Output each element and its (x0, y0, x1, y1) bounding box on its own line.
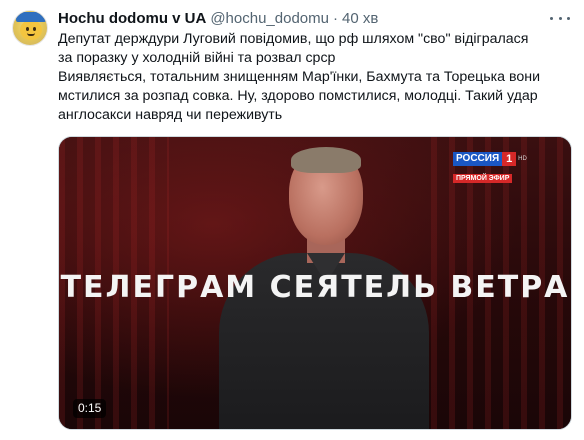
video-overlay-text: ТЕЛЕГРАМ СЕЯТЕЛЬ ВЕТРА (60, 270, 570, 305)
tweet-header: Hochu dodomu v UA @hochu_dodomu · 40 хв (58, 9, 378, 29)
live-badge: ПРЯМОЙ ЭФИР (453, 174, 513, 183)
tweet: Hochu dodomu v UA @hochu_dodomu · 40 хв … (0, 0, 584, 440)
author-handle[interactable]: @hochu_dodomu (210, 9, 329, 29)
avatar-face (20, 20, 42, 40)
separator-dot: · (332, 10, 338, 27)
channel-logo-hd: HD (518, 156, 527, 162)
channel-logo-number: 1 (502, 152, 517, 166)
timestamp[interactable]: 40 хв (342, 9, 378, 29)
author-name[interactable]: Hochu dodomu v UA (58, 9, 206, 29)
channel-logo-word: РОССИЯ (453, 152, 503, 166)
avatar-hat (16, 12, 46, 22)
more-icon[interactable] (550, 10, 570, 26)
avatar-mouth (27, 33, 35, 36)
more-dot (550, 16, 553, 20)
video-player[interactable]: РОССИЯ 1 HD ПРЯМОЙ ЭФИР ТЕЛЕГРАМ СЕЯТЕЛЬ… (58, 136, 572, 430)
video-duration: 0:15 (73, 399, 107, 418)
channel-logo: РОССИЯ 1 HD ПРЯМОЙ ЭФИР (453, 151, 535, 183)
avatar[interactable] (12, 10, 48, 46)
person-hair (291, 147, 361, 173)
tweet-text: Депутат держдури Луговий повідомив, що р… (58, 31, 541, 123)
more-dot (558, 16, 562, 20)
avatar-eye-left (26, 27, 29, 31)
more-dot (567, 16, 570, 20)
avatar-eye-right (33, 27, 36, 31)
